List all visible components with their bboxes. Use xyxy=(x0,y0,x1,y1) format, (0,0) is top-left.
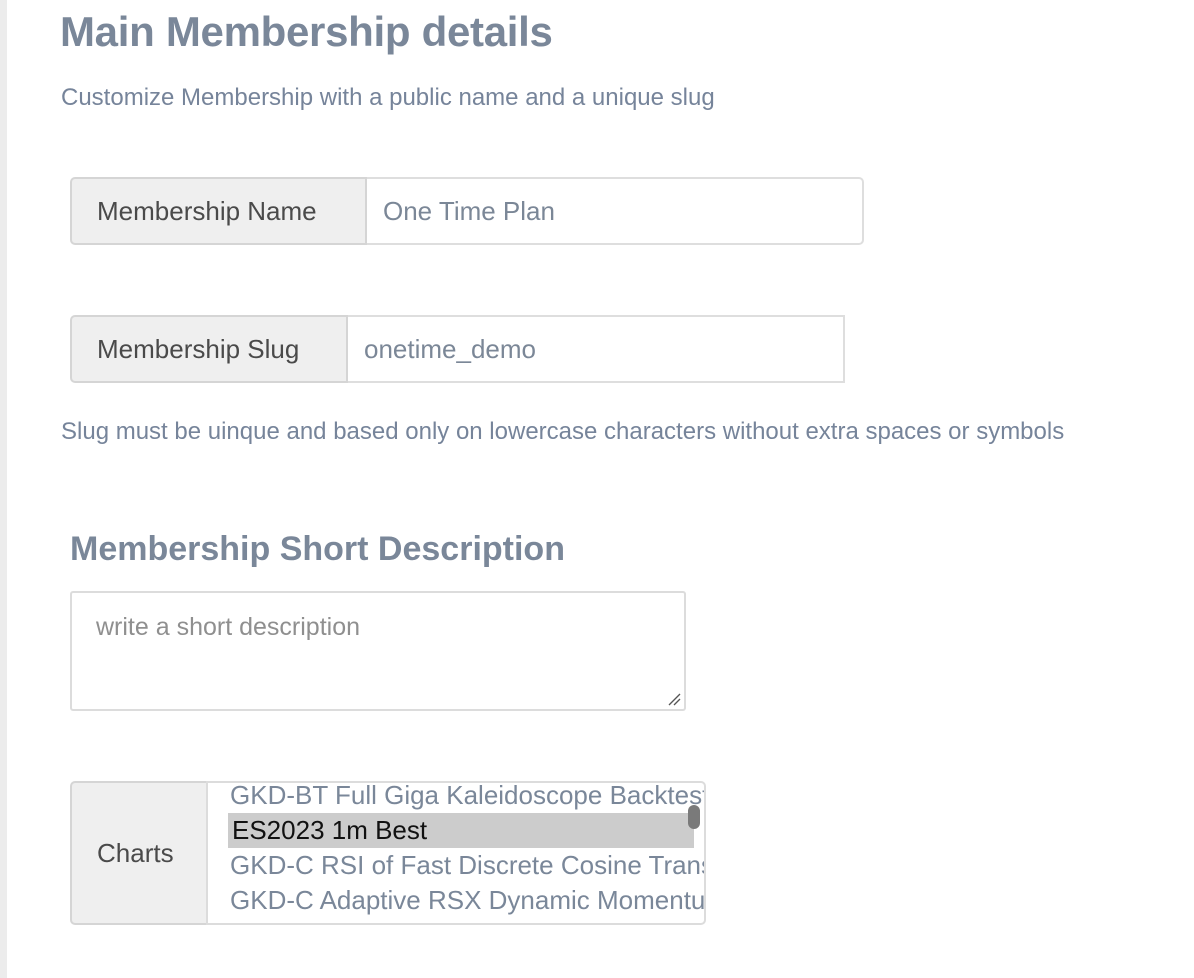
chart-option[interactable]: GKD-C RSI of Fast Discrete Cosine Transf… xyxy=(230,848,704,883)
short-description-title: Membership Short Description xyxy=(70,530,565,568)
membership-name-label: Membership Name xyxy=(70,177,367,245)
chart-option[interactable]: GKD-BT Full Giga Kaleidoscope Backtest xyxy=(230,783,704,813)
chart-option-selected[interactable]: ES2023 1m Best xyxy=(228,813,694,848)
scrollbar-thumb[interactable] xyxy=(688,805,700,829)
page-title: Main Membership details xyxy=(60,8,553,55)
membership-name-group: Membership Name One Time Plan xyxy=(70,177,864,245)
membership-slug-input[interactable]: onetime_demo xyxy=(348,315,845,383)
chart-option[interactable]: GKD-C Adaptive RSX Dynamic Momentum xyxy=(230,883,704,918)
membership-slug-group: Membership Slug onetime_demo xyxy=(70,315,845,383)
slug-hint: Slug must be uinque and based only on lo… xyxy=(61,418,1065,445)
membership-details-form: Main Membership details Customize Member… xyxy=(0,0,1194,978)
membership-name-input[interactable]: One Time Plan xyxy=(367,177,864,245)
page-subtitle: Customize Membership with a public name … xyxy=(61,84,715,111)
membership-slug-label: Membership Slug xyxy=(70,315,348,383)
short-description-placeholder: write a short description xyxy=(96,613,361,641)
charts-label: Charts xyxy=(70,781,208,925)
short-description-textarea[interactable]: write a short description xyxy=(70,591,686,711)
resize-grip-icon[interactable] xyxy=(667,692,681,706)
charts-multiselect[interactable]: GKD-BT Full Giga Kaleidoscope Backtest E… xyxy=(206,781,706,925)
